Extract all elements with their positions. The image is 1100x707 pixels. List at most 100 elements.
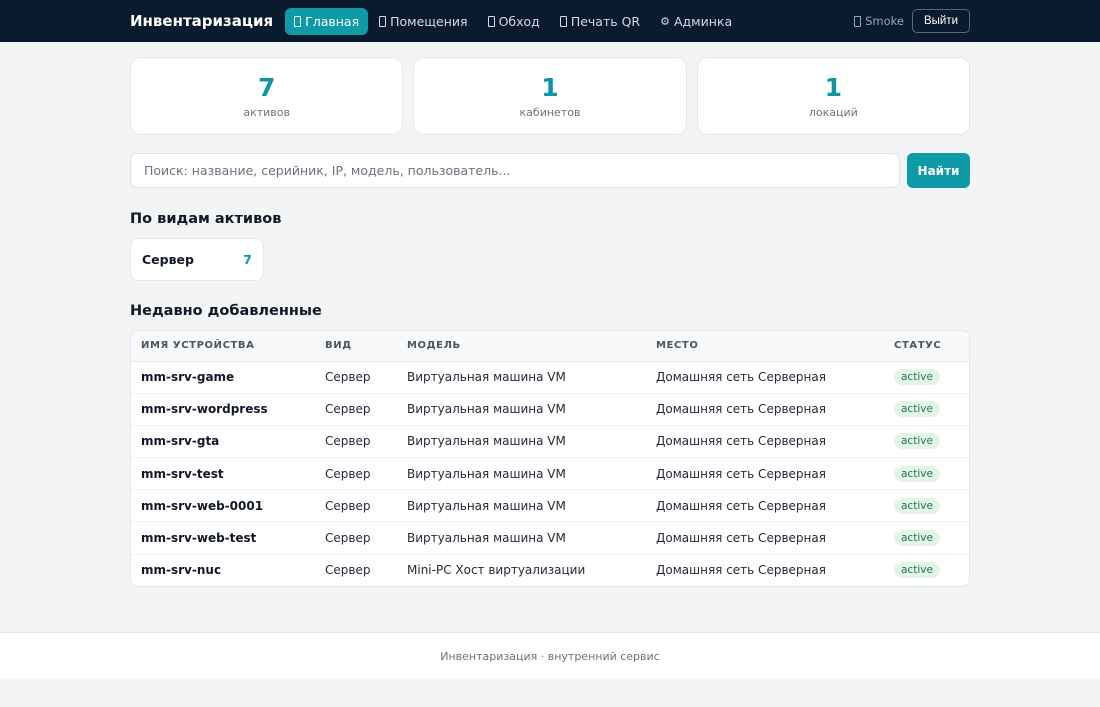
table-header-row: Имя устройства Вид Модель Место Статус [131,331,969,362]
status-badge: active [894,401,940,418]
nav-item-label: Админка [673,13,733,29]
route-icon [487,15,495,27]
status-badge: active [894,465,940,482]
status-badge: active [894,433,940,450]
device-place: Домашняя сеть Серверная [646,521,884,555]
table-row[interactable]: mm-srv-game Сервер Виртуальная машина VM… [131,361,969,394]
column-header-name[interactable]: Имя устройства [131,331,315,362]
status-cell: active [884,393,969,426]
nav-item-rooms[interactable]: Помещения [370,8,476,35]
device-name-link[interactable]: mm-srv-game [131,361,315,394]
device-type: Сервер [315,489,397,523]
nav-item-label: Печать QR [570,13,641,29]
device-type: Сервер [315,393,397,426]
device-type: Сервер [315,361,397,394]
device-model: Виртуальная машина VM [397,457,646,491]
search-input[interactable] [130,153,900,188]
footer-text: Инвентаризация · внутренний сервис [440,649,660,663]
device-place: Домашняя сеть Серверная [646,393,884,426]
status-cell: active [884,489,969,523]
type-count: 7 [243,252,252,267]
gear-icon: ⚙ [660,14,670,28]
table-row[interactable]: mm-srv-test Сервер Виртуальная машина VM… [131,457,969,491]
stat-card-rooms: 1 кабинетов [413,57,687,135]
logout-button[interactable]: Выйти [911,9,970,33]
stat-card-assets: 7 активов [130,57,404,135]
status-badge: active [894,562,940,579]
device-place: Домашняя сеть Серверная [646,489,884,523]
nav-item-label: Главная [305,13,360,29]
user-name: Smoke [865,14,904,28]
device-model: Mini-PC Хост виртуализации [407,563,586,578]
nav-item-label: Обход [498,13,540,29]
status-badge: active [894,369,940,386]
recent-table: Имя устройства Вид Модель Место Статус m… [131,331,969,586]
stats-row: 7 активов 1 кабинетов 1 локаций [130,57,970,135]
table-row[interactable]: mm-srv-web-test Сервер Виртуальная машин… [131,521,969,555]
device-model: Виртуальная машина VM [397,393,646,426]
main-content: 7 активов 1 кабинетов 1 локаций Найти По… [130,57,970,588]
device-type: Сервер [315,425,397,459]
search-form: Найти [130,153,970,188]
stat-value: 1 [824,73,843,102]
user-area: Smoke Выйти [854,9,970,33]
nav-item-home[interactable]: Главная [285,7,369,35]
status-cell: active [884,425,969,459]
device-name-link[interactable]: mm-srv-wordpress [131,393,315,426]
home-icon [294,15,302,27]
building-icon [379,15,387,27]
stat-value: 1 [541,73,559,102]
status-badge: active [894,497,940,514]
device-name-link[interactable]: mm-srv-test [131,457,315,491]
device-model: Виртуальная машина VM [397,489,646,523]
main-nav: Главная Помещения Обход Печать QR ⚙ Адми… [285,7,741,35]
device-type: Сервер [315,457,397,491]
stat-label: активов [243,106,290,119]
device-type: Сервер [325,563,371,578]
column-header-type[interactable]: Вид [315,331,397,362]
current-user: Smoke [854,14,904,28]
column-header-place[interactable]: Место [646,331,884,362]
device-name-link[interactable]: mm-srv-gta [131,425,315,459]
type-card-server[interactable]: Сервер 7 [130,238,264,281]
user-icon [854,15,862,27]
search-button[interactable]: Найти [907,153,970,188]
top-navbar: Инвентаризация Главная Помещения Обход П… [0,0,1100,42]
recent-section-title: Недавно добавленные [130,303,322,319]
device-name-link[interactable]: mm-srv-web-0001 [131,489,315,523]
column-header-status[interactable]: Статус [884,331,969,362]
page-footer: Инвентаризация · внутренний сервис [0,632,1100,679]
qr-icon [559,15,567,27]
stat-label: локаций [808,106,858,119]
device-type: Сервер [315,521,397,555]
column-header-model[interactable]: Модель [397,331,646,362]
status-badge: active [894,530,940,547]
nav-item-admin[interactable]: ⚙ Админка [651,8,741,35]
device-place: Домашняя сеть Серверная [646,425,884,459]
status-cell: active [884,457,969,491]
nav-item-print-qr[interactable]: Печать QR [551,8,649,35]
device-model: Виртуальная машина VM [397,425,646,459]
device-name-link[interactable]: mm-srv-web-test [131,521,315,555]
table-row[interactable]: mm-srv-nuc Сервер Mini-PC Хост виртуализ… [131,554,969,586]
stat-value: 7 [257,73,276,102]
status-cell: active [884,361,969,394]
table-row[interactable]: mm-srv-wordpress Сервер Виртуальная маши… [131,393,969,426]
device-place: Домашняя сеть Серверная [646,361,884,394]
device-model: Виртуальная машина VM [397,361,646,394]
nav-item-label: Помещения [390,13,468,29]
stat-label: кабинетов [519,106,581,119]
type-name: Сервер [142,252,194,267]
device-place: Домашняя сеть Серверная [656,563,826,578]
nav-item-inspection[interactable]: Обход [479,8,549,35]
brand-logo[interactable]: Инвентаризация [130,12,273,30]
recent-table-container: Имя устройства Вид Модель Место Статус m… [130,330,970,588]
device-model: Виртуальная машина VM [397,521,646,555]
device-name-link[interactable]: mm-srv-nuc [131,554,315,586]
stat-card-locations: 1 локаций [696,57,970,135]
device-place: Домашняя сеть Серверная [646,457,884,491]
table-row[interactable]: mm-srv-web-0001 Сервер Виртуальная машин… [131,489,969,523]
types-section-title: По видам активов [130,211,282,227]
status-cell: active [884,554,969,586]
table-row[interactable]: mm-srv-gta Сервер Виртуальная машина VM … [131,425,969,459]
